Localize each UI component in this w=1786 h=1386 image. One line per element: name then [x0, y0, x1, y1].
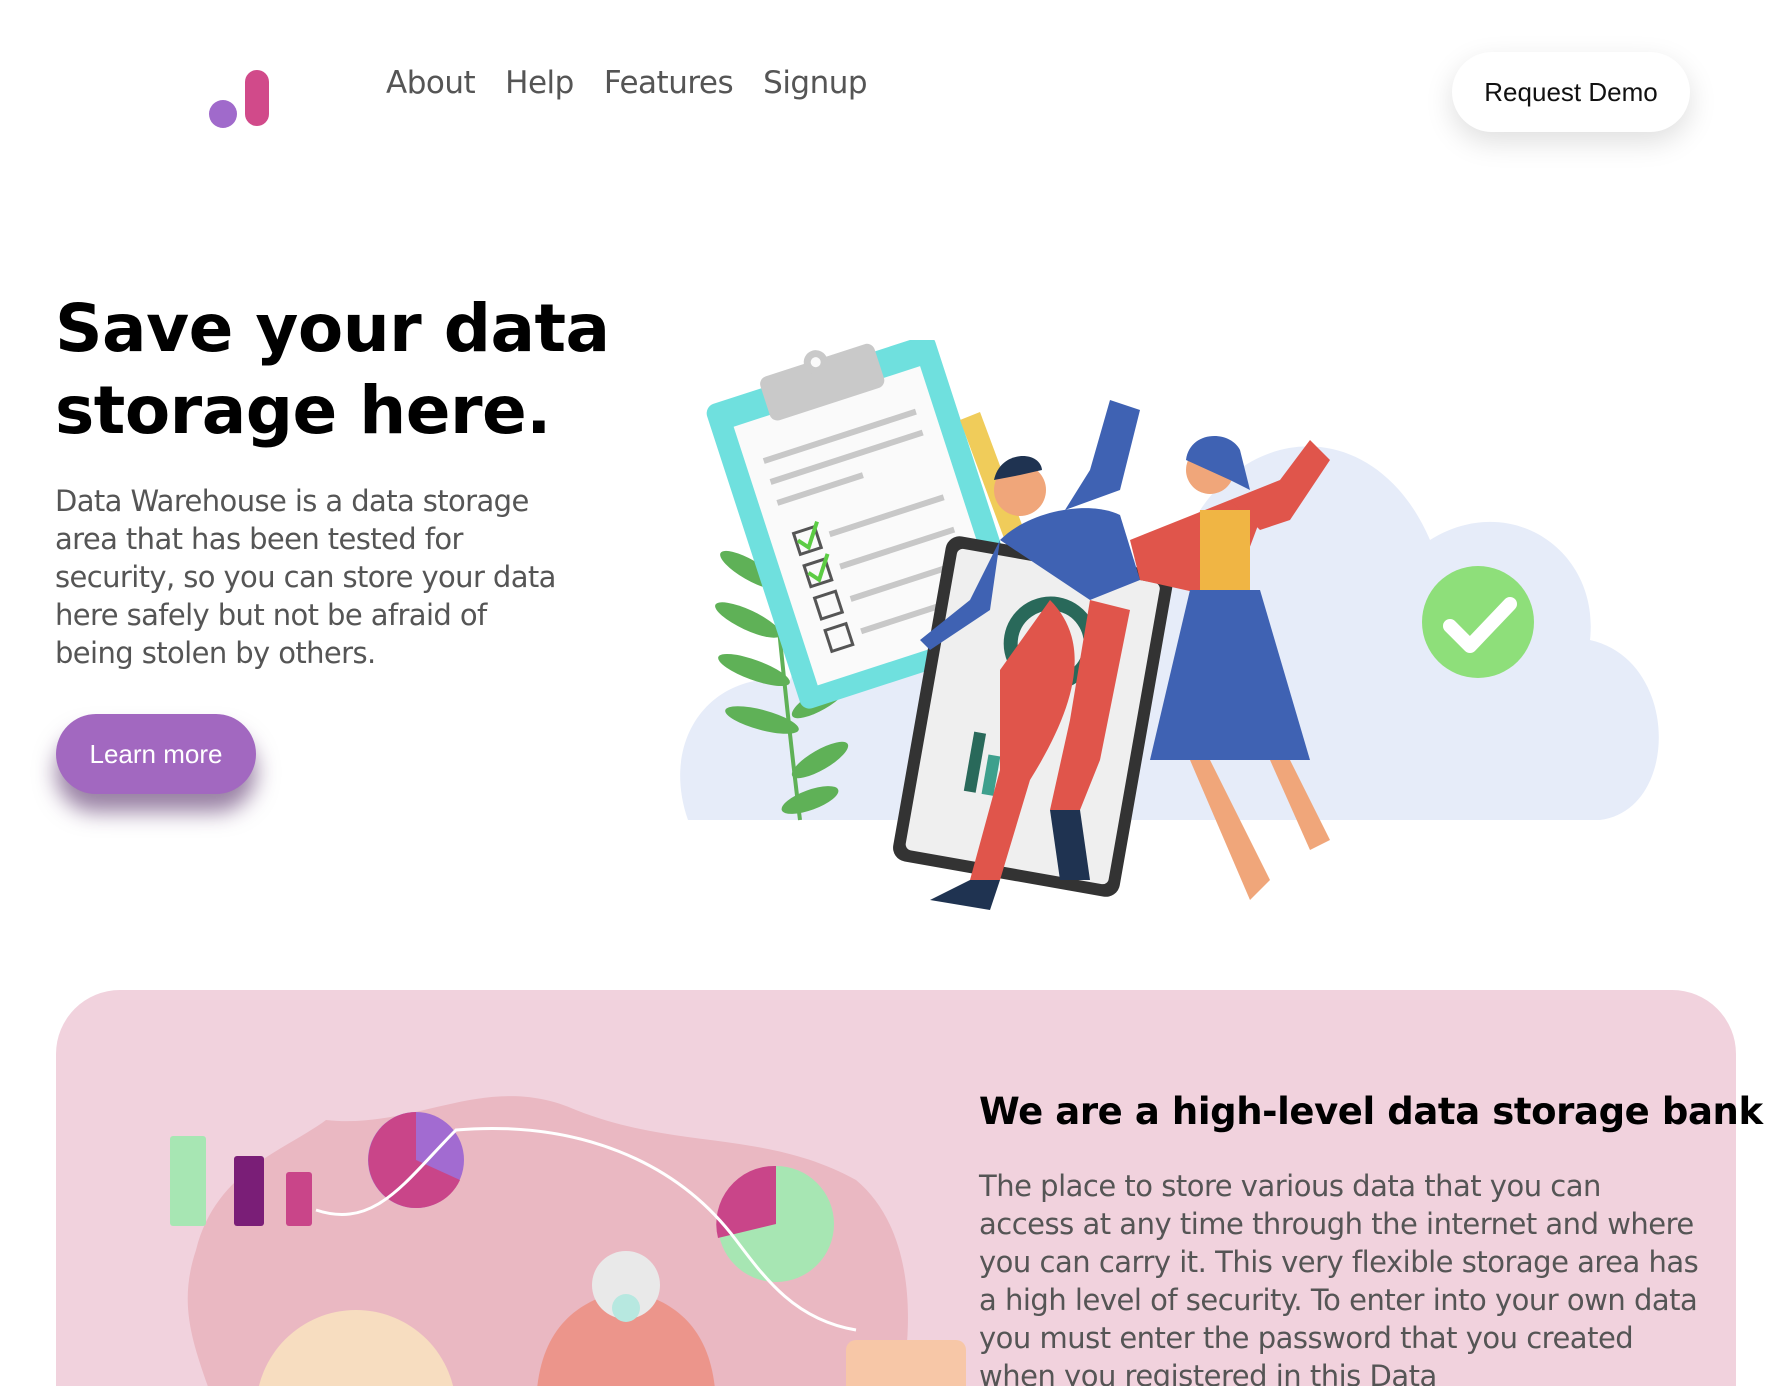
section-title: We are a high-level data storage bank: [979, 1090, 1763, 1133]
nav-features-link[interactable]: Features: [604, 62, 734, 104]
analytics-illustration: [170, 1096, 966, 1386]
nav-help-link[interactable]: Help: [505, 62, 574, 104]
main-nav: About Help Features Signup: [386, 62, 897, 104]
request-demo-button[interactable]: Request Demo: [1452, 52, 1690, 132]
storage-bank-section: We are a high-level data storage bank Th…: [56, 990, 1763, 1386]
landing-page: About Help Features Signup Request Demo …: [0, 0, 1786, 1386]
bar-logo-icon[interactable]: [205, 68, 269, 128]
nav-about-link[interactable]: About: [386, 62, 476, 104]
nav-signup-link[interactable]: Signup: [763, 62, 867, 104]
section-description: The place to store various data that you…: [979, 1169, 1699, 1386]
learn-more-button[interactable]: Learn more: [56, 714, 256, 794]
hero-description: Data Warehouse is a data storage area th…: [55, 484, 556, 670]
hero-title: Save your data storage here.: [55, 290, 610, 449]
hero-illustration: [680, 340, 1659, 910]
